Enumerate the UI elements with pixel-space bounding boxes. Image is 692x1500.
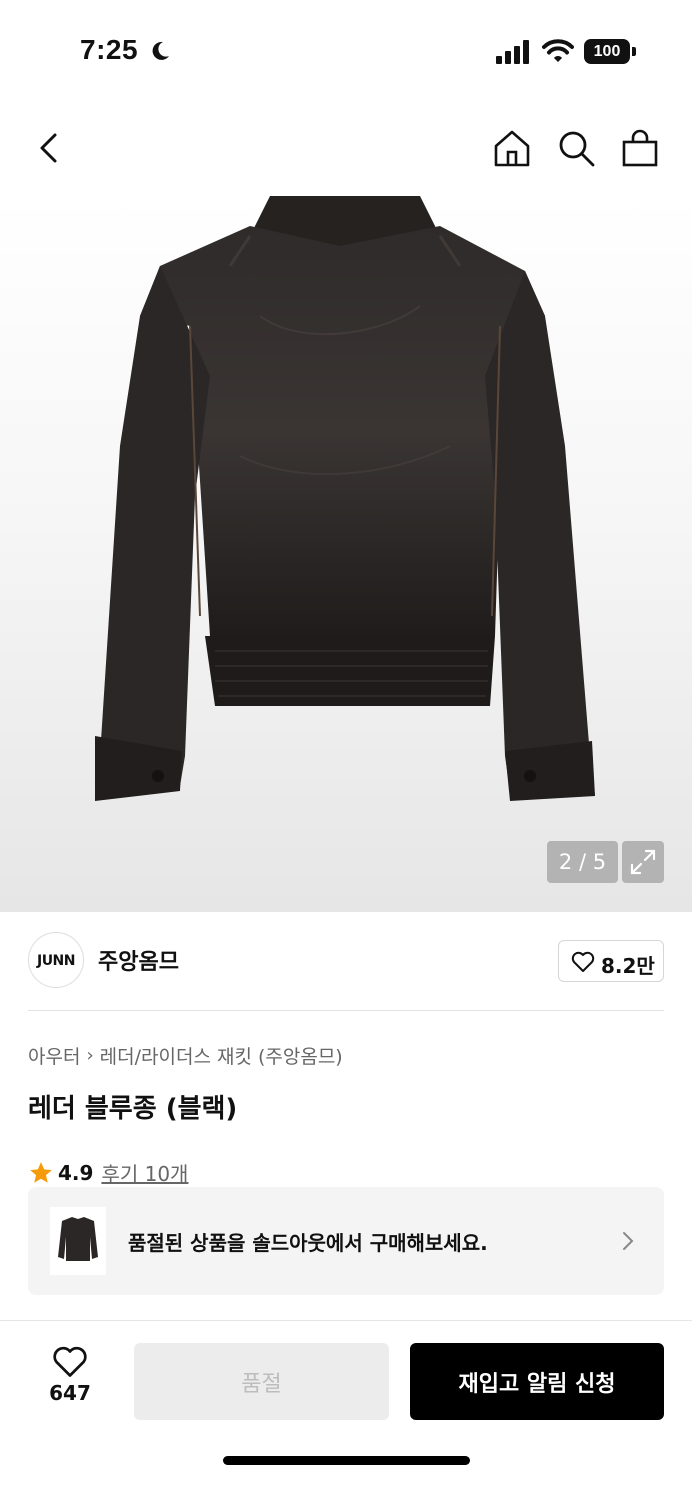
back-icon[interactable] — [30, 128, 70, 168]
wishlist-count: 647 — [49, 1381, 91, 1405]
rating-row: 4.9 후기 10개 — [28, 1158, 188, 1187]
product-thumbnail — [50, 1207, 106, 1275]
home-icon[interactable] — [492, 128, 532, 168]
brand-name[interactable]: 주앙옴므 — [98, 944, 179, 976]
bag-icon[interactable] — [620, 128, 660, 168]
battery-level: 100 — [584, 39, 630, 64]
image-page-indicator: 2 / 5 — [547, 841, 618, 883]
star-icon — [30, 1161, 52, 1183]
status-bar: 7:25 100 — [0, 0, 692, 100]
top-navigation — [0, 100, 692, 196]
moon-icon — [152, 41, 169, 60]
product-photo-jacket — [95, 196, 595, 801]
restock-alert-button[interactable]: 재입고 알림 신청 — [410, 1343, 664, 1420]
product-title: 레더 블루종 (블랙) — [28, 1094, 238, 1124]
heart-icon — [53, 1346, 87, 1377]
battery-indicator: 100 — [584, 39, 636, 64]
expand-button[interactable] — [622, 841, 664, 883]
brand-like-button[interactable]: 8.2만 — [558, 940, 664, 982]
status-time: 7:25 — [80, 34, 139, 65]
reviews-link[interactable]: 후기 10개 — [101, 1158, 188, 1187]
divider — [28, 1010, 664, 1011]
breadcrumb-category[interactable]: 아우터 — [28, 1042, 80, 1069]
home-indicator — [223, 1456, 470, 1465]
search-icon[interactable] — [556, 128, 596, 168]
battery-tip — [632, 47, 636, 56]
soldout-button: 품절 — [134, 1343, 389, 1420]
chevron-right-icon — [623, 1232, 634, 1250]
product-image[interactable]: 2 / 5 — [0, 196, 692, 912]
brand-logo[interactable]: JUNN — [28, 932, 84, 988]
breadcrumb-subcategory[interactable]: 레더/라이더스 재킷 (주앙옴므) — [100, 1042, 343, 1069]
rating-score: 4.9 — [58, 1160, 94, 1185]
soldout-banner-text: 품절된 상품을 솔드아웃에서 구매해보세요. — [128, 1231, 488, 1255]
chevron-right-icon: › — [86, 1045, 94, 1066]
brand-like-count: 8.2만 — [601, 954, 655, 978]
soldout-market-banner[interactable]: 품절된 상품을 솔드아웃에서 구매해보세요. — [28, 1187, 664, 1295]
wishlist-button[interactable]: 647 — [34, 1345, 106, 1427]
expand-icon — [630, 849, 656, 875]
signal-icon — [496, 40, 529, 64]
heart-icon — [571, 951, 595, 972]
brand-row: JUNN 주앙옴므 8.2만 — [0, 912, 692, 1010]
breadcrumb: 아우터 › 레더/라이더스 재킷 (주앙옴므) — [28, 1042, 343, 1069]
bottom-action-bar: 647 품절 재입고 알림 신청 — [0, 1320, 692, 1500]
wifi-icon — [542, 39, 574, 62]
